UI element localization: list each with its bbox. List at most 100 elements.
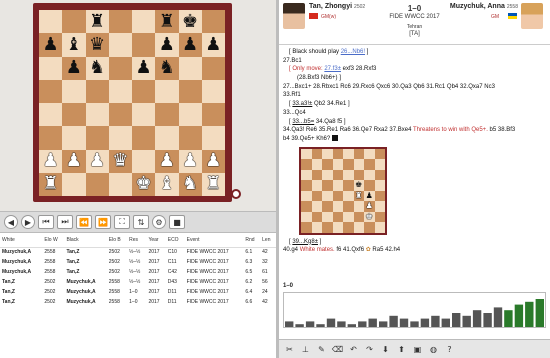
evaluation-graph[interactable] (283, 292, 546, 328)
board-square[interactable] (301, 180, 312, 191)
board-square[interactable] (311, 148, 322, 160)
table-row[interactable]: Muzychuk,A 2558 Tan,Z 2502 ½–½ 2017 C42 FIDE WW… (0, 267, 276, 277)
board-square[interactable] (343, 169, 354, 181)
white-rook-icon[interactable]: ♜ (205, 175, 221, 193)
board-square[interactable] (322, 190, 333, 202)
black-pawn-icon[interactable]: ♟ (66, 59, 82, 77)
board-square[interactable] (322, 148, 333, 160)
board-square[interactable]: ♜ (85, 10, 109, 34)
move-line[interactable]: 27.Bc1 (283, 57, 546, 66)
board-square[interactable] (364, 148, 375, 160)
board-square[interactable] (332, 159, 343, 170)
view-icon[interactable]: ▣ (411, 343, 424, 356)
board-square[interactable] (85, 172, 109, 196)
board-square[interactable] (322, 222, 333, 233)
graph-bar[interactable] (535, 299, 544, 327)
white-pawn-icon[interactable]: ♟ (182, 152, 198, 170)
board-square[interactable] (178, 126, 202, 150)
board-square[interactable] (322, 159, 333, 170)
graph-bar[interactable] (452, 313, 461, 327)
board-square[interactable] (39, 103, 63, 127)
board-square[interactable] (301, 159, 312, 170)
table-row[interactable]: Tan,Z 2502 Muzychuk,A 2558 1–0 2017 D11 FIDE WW… (0, 297, 276, 307)
board-square[interactable] (132, 126, 156, 150)
board-square[interactable] (343, 148, 354, 160)
board-square[interactable] (374, 222, 385, 233)
white-king-icon[interactable]: ♚ (366, 212, 373, 221)
white-pawn-icon[interactable]: ♟ (66, 152, 82, 170)
back-icon[interactable]: ◀ (4, 215, 18, 229)
board-square[interactable] (364, 222, 375, 233)
column-header[interactable]: Elo B (106, 233, 128, 248)
graph-bar[interactable] (514, 304, 524, 327)
notation-pane[interactable]: [ Black should play 26...Nb6! ] 27.Bc1 [… (279, 46, 550, 282)
board-square[interactable] (201, 103, 225, 127)
end-icon[interactable]: ⏩ (95, 215, 111, 229)
board-square[interactable] (322, 211, 333, 223)
board-square[interactable]: ♚ (353, 180, 364, 191)
board-square[interactable]: ♞ (155, 56, 179, 80)
graph-bar[interactable] (326, 318, 336, 327)
board-square[interactable] (374, 159, 385, 170)
board-square[interactable] (343, 211, 354, 223)
board-square[interactable] (301, 190, 312, 202)
board-square[interactable] (353, 222, 364, 233)
move-line[interactable]: 40.g4 White mates. f6 41.Qxf6 ✿ Ra5 42.h… (283, 246, 546, 255)
move-link[interactable]: 39...Kg8± (292, 239, 318, 245)
board-square[interactable]: ♜ (201, 172, 225, 196)
board-square[interactable] (343, 190, 354, 202)
board-square[interactable] (311, 222, 322, 233)
table-row[interactable]: Tan,Z 2502 Muzychuk,A 2558 1–0 2017 D11 FIDE WW… (0, 287, 276, 297)
board-square[interactable] (311, 201, 322, 212)
graph-bar[interactable] (410, 321, 419, 327)
board-square[interactable] (132, 103, 156, 127)
board-square[interactable] (322, 201, 333, 212)
board-square[interactable] (353, 159, 364, 170)
board-square[interactable]: ♟ (155, 149, 179, 173)
move-line[interactable]: 33.Rf1 (283, 91, 546, 100)
graph-bar[interactable] (358, 321, 367, 327)
graph-bar[interactable] (504, 310, 513, 327)
board-square[interactable] (311, 159, 322, 170)
board-square[interactable] (343, 201, 354, 212)
board-square[interactable] (374, 148, 385, 160)
board-square[interactable] (301, 211, 312, 223)
move-line[interactable]: 27...Bxc1+ 28.Rbxc1 Rc6 29.Rxc6 Qxc6 30.… (283, 83, 546, 92)
board-square[interactable]: ♟ (201, 33, 225, 57)
board-square[interactable]: ♟ (201, 149, 225, 173)
board-square[interactable] (108, 126, 132, 150)
board-resize-handle[interactable] (231, 189, 241, 199)
board-square[interactable] (374, 190, 385, 202)
board-square[interactable] (374, 169, 385, 181)
board-square[interactable] (343, 180, 354, 191)
board-square[interactable] (353, 148, 364, 160)
board-square[interactable]: ♟ (62, 149, 86, 173)
board-square[interactable] (332, 201, 343, 212)
move-link[interactable]: 33...b5= (292, 119, 314, 125)
board-square[interactable] (85, 126, 109, 150)
black-pawn-icon[interactable]: ♟ (205, 35, 221, 54)
board-square[interactable] (301, 201, 312, 212)
board-square[interactable]: ♟ (132, 56, 156, 80)
graph-bar[interactable] (305, 321, 315, 327)
board-square[interactable] (155, 103, 179, 127)
black-knight-icon[interactable]: ♞ (159, 59, 175, 77)
white-pawn-icon[interactable]: ♟ (43, 152, 59, 170)
board-square[interactable] (332, 222, 343, 233)
board-square[interactable] (62, 172, 86, 196)
board-square[interactable]: ♟ (155, 33, 179, 57)
column-header[interactable]: Black (64, 233, 107, 248)
board-square[interactable] (364, 180, 375, 191)
board-square[interactable] (108, 56, 132, 80)
board-square[interactable] (108, 103, 132, 127)
board-square[interactable]: ♞ (178, 172, 202, 196)
board-square[interactable] (353, 201, 364, 212)
board-square[interactable]: ♟ (178, 149, 202, 173)
board-square[interactable] (322, 180, 333, 191)
board-square[interactable] (311, 169, 322, 181)
graph-bar[interactable] (462, 315, 471, 327)
board-square[interactable] (39, 56, 63, 80)
board-square[interactable] (62, 79, 86, 103)
board-square[interactable] (332, 169, 343, 181)
start-icon[interactable]: ⏪ (76, 215, 92, 229)
